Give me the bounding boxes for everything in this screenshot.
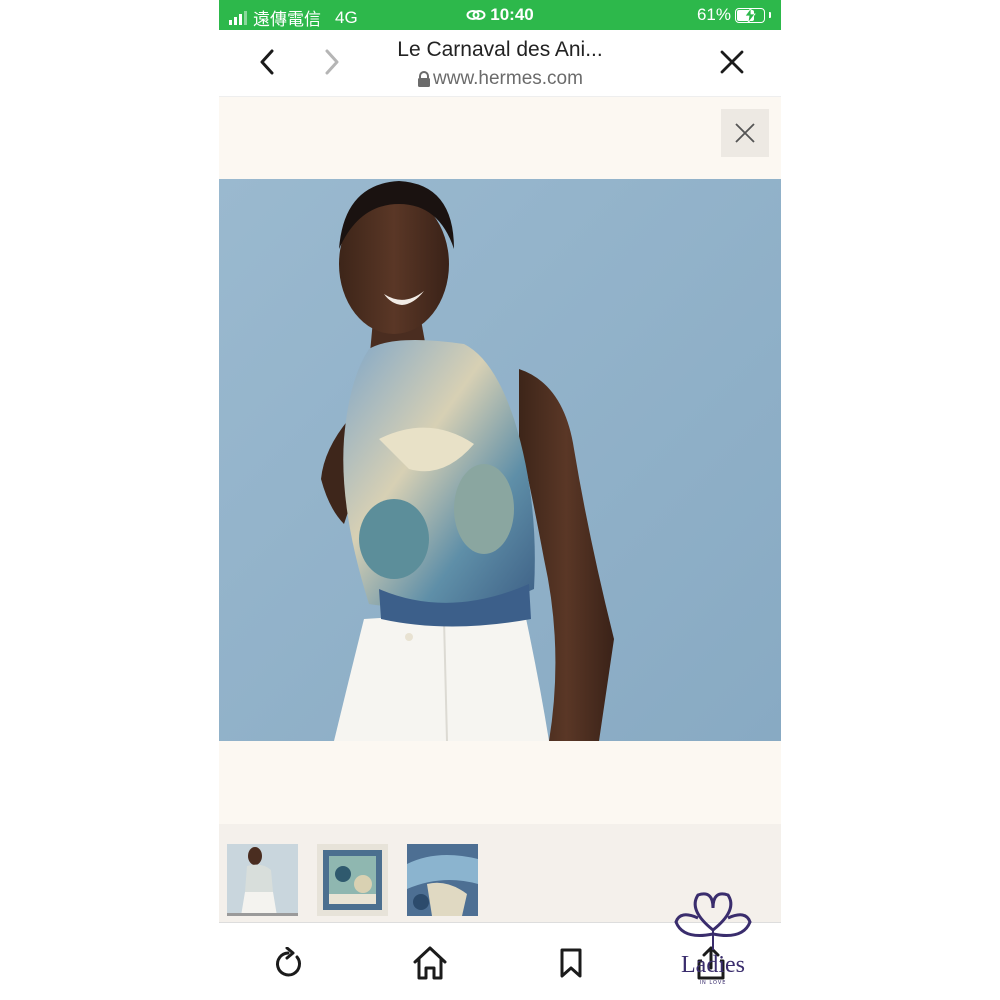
back-button[interactable]: [251, 46, 283, 78]
page-title: Le Carnaval des Ani...: [397, 38, 603, 61]
url-bar[interactable]: www.hermes.com: [319, 68, 681, 90]
thumbnail-image: [407, 844, 478, 916]
status-bar: 遠傳電信 4G 10:40 61%: [219, 0, 781, 30]
time-text: 10:40: [490, 5, 534, 24]
thumbnail-scarf-flat-square[interactable]: [317, 844, 388, 916]
viewer-top-area: [219, 97, 781, 179]
thumbnail-image: [227, 844, 298, 916]
ladies-in-love-watermark: Ladies IN LOVE: [668, 890, 758, 990]
watermark-subtext: IN LOVE: [699, 980, 727, 986]
link-icon: [466, 6, 486, 26]
product-photo[interactable]: [219, 179, 781, 741]
thumbnail-scarf-detail[interactable]: [407, 844, 478, 916]
status-right: 61%: [697, 5, 771, 25]
lock-icon: [418, 71, 431, 87]
bookmark-button[interactable]: [551, 943, 591, 983]
home-icon: [413, 946, 447, 980]
close-viewer-button[interactable]: [721, 109, 769, 157]
battery-icon: [735, 7, 765, 23]
watermark-flower-icon: [674, 892, 752, 950]
model-wearing-scarf-image: [219, 179, 781, 741]
battery-tip: [769, 12, 771, 18]
reload-button[interactable]: [269, 943, 309, 983]
thumbnail-image: [317, 844, 388, 916]
close-browser-button[interactable]: [716, 46, 748, 78]
battery-percent: 61%: [696, 5, 731, 24]
close-icon: [720, 50, 744, 74]
url-text: www.hermes.com: [433, 68, 583, 89]
phone-screen: 遠傳電信 4G 10:40 61% Le Carnaval des Ani...: [219, 0, 781, 1000]
viewer-bottom-area: [219, 741, 781, 824]
close-icon: [735, 123, 755, 143]
reload-icon: [276, 947, 301, 977]
chevron-left-icon: [260, 49, 274, 75]
home-button[interactable]: [410, 943, 450, 983]
watermark-text: Ladies: [681, 952, 745, 978]
thumbnail-model-wearing-scarf[interactable]: [227, 844, 298, 916]
browser-header: Le Carnaval des Ani... www.hermes.com: [219, 30, 781, 97]
bookmark-icon: [560, 948, 582, 978]
